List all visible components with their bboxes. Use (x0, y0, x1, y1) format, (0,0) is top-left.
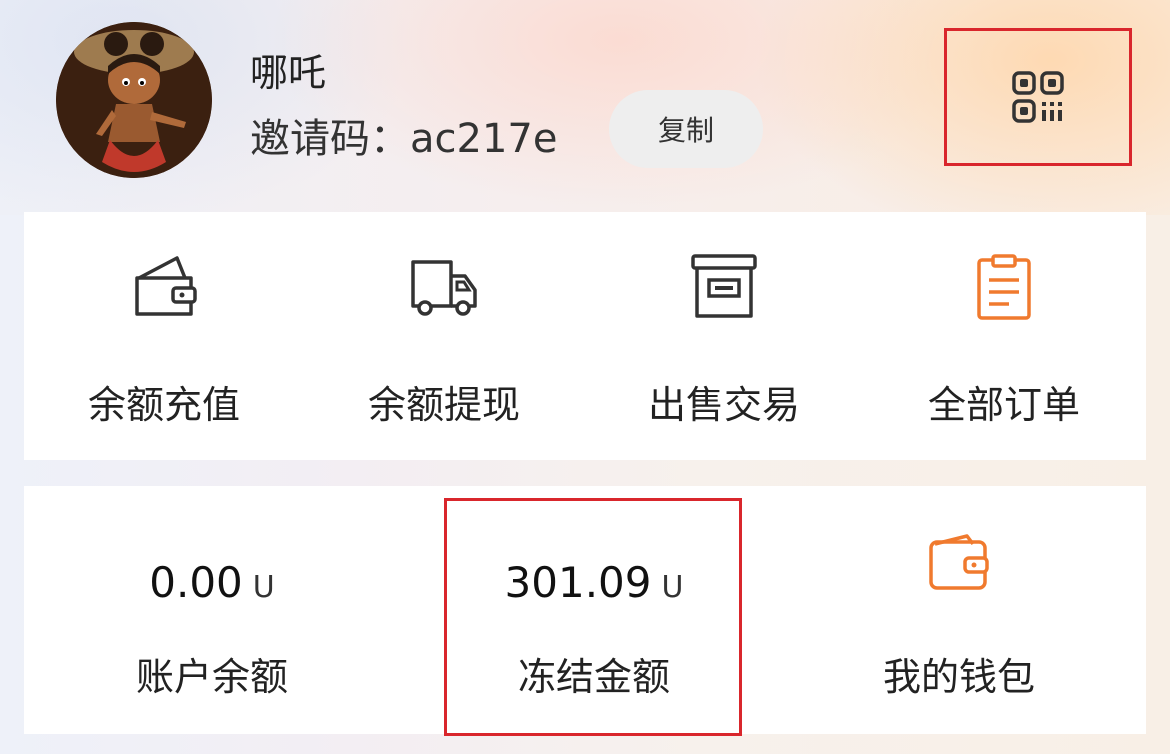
account-balance[interactable]: 0.00 U 账户余额 (72, 486, 352, 734)
menu-item-label: 全部订单 (927, 383, 1080, 427)
invite-code-value: ac217e (410, 116, 558, 162)
clipboard-icon (977, 254, 1031, 320)
account-balance-value-row: 0.00 U (72, 558, 352, 607)
wallet-icon (135, 256, 197, 316)
account-balance-label: 账户余额 (135, 655, 288, 699)
truck-icon (411, 260, 477, 316)
frozen-amount-highlight (444, 498, 742, 736)
avatar-image (56, 22, 212, 178)
menu-item-recharge[interactable]: 余额充值 (24, 212, 304, 460)
copy-button[interactable]: 复制 (609, 90, 763, 168)
my-wallet[interactable]: 我的钱包 (814, 486, 1104, 734)
quick-menu-card: 余额充值 余额提现 出售交易 全部订单 (24, 212, 1146, 460)
account-balance-value: 0.00 (149, 558, 243, 607)
my-wallet-label: 我的钱包 (882, 655, 1035, 699)
wallet-icon (929, 534, 989, 590)
menu-item-label: 余额提现 (367, 383, 520, 427)
menu-item-sell[interactable]: 出售交易 (584, 212, 864, 460)
avatar[interactable] (56, 22, 212, 178)
menu-item-label: 出售交易 (647, 383, 800, 427)
qr-code-icon (1012, 71, 1064, 123)
username: 哪吒 (250, 51, 327, 95)
account-balance-unit: U (252, 570, 275, 605)
qr-code-button[interactable] (944, 28, 1132, 166)
menu-item-all-orders[interactable]: 全部订单 (864, 212, 1144, 460)
menu-item-withdraw[interactable]: 余额提现 (304, 212, 584, 460)
archive-box-icon (691, 254, 757, 318)
invite-code-label: 邀请码： (250, 116, 410, 162)
menu-item-label: 余额充值 (87, 383, 240, 427)
invite-code-row: 邀请码：ac217e (250, 106, 557, 164)
